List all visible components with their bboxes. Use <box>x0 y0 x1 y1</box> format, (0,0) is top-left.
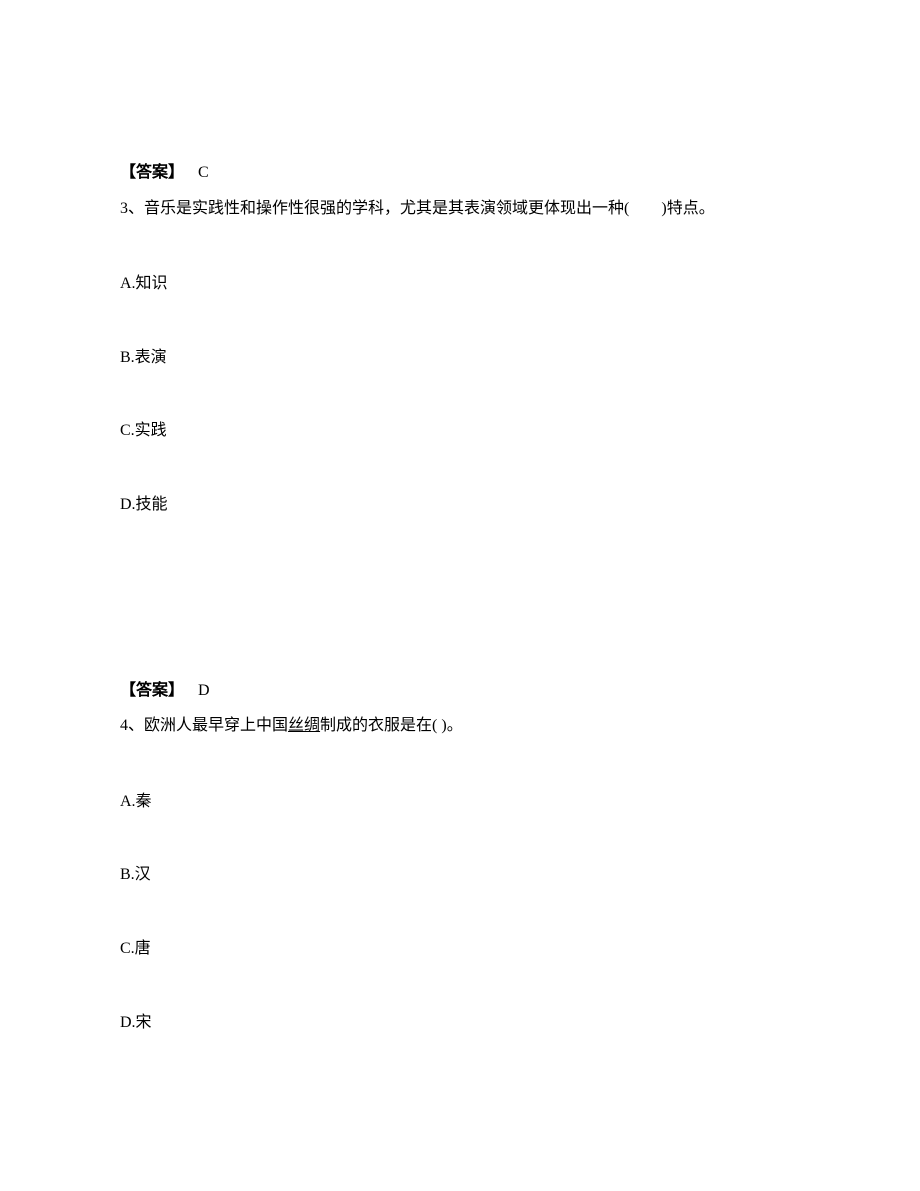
option-b: B.表演 <box>120 345 800 371</box>
question-text-part2: 制成的衣服是在( )。 <box>320 717 463 734</box>
answer-label: 【答案】 <box>120 164 184 181</box>
question-text-part1: 欧洲人最早穿上中国 <box>144 717 288 734</box>
question-3: 3、音乐是实践性和操作性很强的学科，尤其是其表演领域更体现出一种( )特点。 <box>120 196 800 222</box>
option-a: A.秦 <box>120 789 800 815</box>
option-c: C.实践 <box>120 418 800 444</box>
answer-block-3: 【答案】 D <box>120 678 800 704</box>
option-d: D.宋 <box>120 1010 800 1036</box>
question-blank <box>629 200 661 217</box>
question-number: 4、 <box>120 717 144 734</box>
question-4: 4、欧洲人最早穿上中国丝绸制成的衣服是在( )。 <box>120 713 800 739</box>
answer-block-2: 【答案】 C <box>120 160 800 186</box>
option-d: D.技能 <box>120 492 800 518</box>
answer-label: 【答案】 <box>120 682 184 699</box>
question-number: 3、 <box>120 200 144 217</box>
question-text-part1: 音乐是实践性和操作性很强的学科，尤其是其表演领域更体现出一种( <box>144 200 629 217</box>
answer-value: D <box>198 682 210 699</box>
option-a: A.知识 <box>120 271 800 297</box>
option-c: C.唐 <box>120 936 800 962</box>
question-link-text: 丝绸 <box>288 717 320 734</box>
answer-value: C <box>198 164 209 181</box>
option-b: B.汉 <box>120 862 800 888</box>
question-text-part2: )特点。 <box>661 200 714 217</box>
